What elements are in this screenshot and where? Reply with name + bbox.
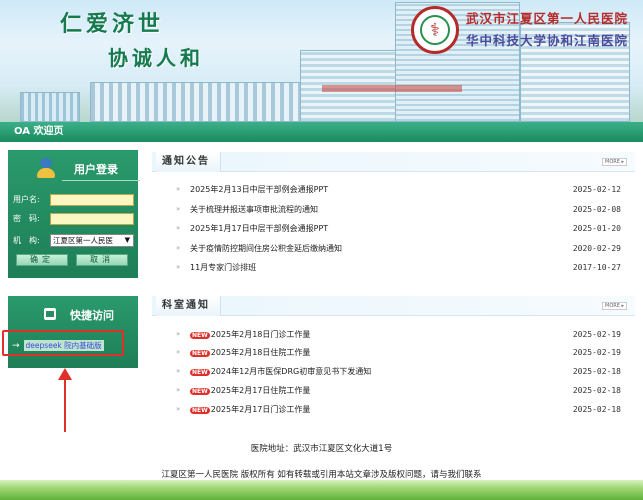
dept-notice-text: 2025年2月17日门诊工作量 [210, 404, 311, 414]
building-sign [322, 85, 462, 92]
dept-notice-date: 2025-02-18 [572, 366, 621, 376]
footer-address: 医院地址：武汉市江夏区文化大道1号 [250, 444, 393, 454]
page-title: OA 欢迎页 [14, 126, 64, 137]
notice-header: 通知公告 MORE ▸ [152, 152, 635, 172]
new-badge: NEW [190, 349, 210, 357]
login-buttons: 确定 取消 [16, 254, 136, 266]
cancel-button[interactable]: 取消 [76, 254, 128, 266]
dept-notice-date: 2025-02-18 [572, 385, 621, 395]
notice-date: 2020-02-29 [572, 243, 621, 253]
new-badge: NEW [190, 331, 210, 339]
building-image [20, 92, 80, 122]
org-select[interactable]: 江夏区第一人民医 ▼ [50, 234, 134, 247]
dept-notice-date: 2025-02-19 [572, 329, 621, 339]
dept-notice-text: 2025年2月17日住院工作量 [210, 385, 311, 395]
bullet-icon: » [176, 185, 181, 193]
slogan-line-2: 协诚人和 [108, 46, 204, 70]
footer-decoration [0, 480, 643, 500]
password-row: 密 码: [13, 212, 135, 225]
slogan-line-1: 仁爱济世 [60, 11, 165, 37]
username-input[interactable] [50, 193, 134, 206]
list-item[interactable]: » 11月专家门诊排班 2017-10-27 [176, 260, 621, 274]
bullet-icon: » [176, 386, 181, 394]
dept-notice-title[interactable]: NEW 2025年2月18日门诊工作量 [190, 329, 553, 340]
dept-notice-text: 2025年2月18日住院工作量 [210, 347, 311, 357]
bullet-icon: » [176, 244, 181, 252]
notice-title[interactable]: 2025年2月13日中层干部例会通报PPT [190, 184, 553, 195]
bullet-icon: » [176, 405, 181, 413]
bullet-icon: » [176, 205, 181, 213]
bullet-icon: » [176, 224, 181, 232]
list-item[interactable]: » 2025年1月17日中层干部例会通报PPT 2025-01-20 [176, 221, 621, 235]
tab-notice[interactable]: 通知公告 [156, 152, 221, 172]
chevron-down-icon: ▼ [124, 236, 130, 244]
bullet-icon: » [176, 330, 181, 338]
username-row: 用户名: [13, 193, 135, 206]
dept-notice-text: 2025年2月18日门诊工作量 [210, 329, 311, 339]
dept-notice-date: 2025-02-19 [572, 347, 621, 357]
confirm-button[interactable]: 确定 [16, 254, 68, 266]
notice-section: 通知公告 MORE ▸ » 2025年2月13日中层干部例会通报PPT 2025… [152, 152, 635, 278]
hospital-name-primary: 武汉市江夏区第一人民医院 [466, 11, 629, 26]
caduceus-icon: ⚕ [420, 15, 450, 45]
list-item[interactable]: » 关于疫情防控期间住房公积金延后缴纳通知 2020-02-29 [176, 241, 621, 255]
dept-more-button[interactable]: MORE ▸ [602, 302, 627, 310]
org-selected-value: 江夏区第一人民医 [53, 236, 113, 245]
dept-notice-title[interactable]: NEW 2025年2月17日门诊工作量 [190, 404, 553, 415]
annotation-arrow [64, 376, 66, 432]
list-item[interactable]: » 2025年2月13日中层干部例会通报PPT 2025-02-12 [176, 182, 621, 196]
dept-notice-title[interactable]: NEW 2025年2月17日住院工作量 [190, 385, 553, 396]
password-label: 密 码: [13, 214, 40, 223]
header-banner: 仁爱济世 协诚人和 ⚕ 武汉市江夏区第一人民医院 华中科技大学协和江南医院 [0, 0, 643, 122]
dept-notice-title[interactable]: NEW 2024年12月市医保DRG初审意见书下发通知 [190, 366, 553, 377]
new-badge: NEW [190, 406, 210, 414]
dept-notice-header: 科室通知 MORE ▸ [152, 296, 635, 316]
password-input[interactable] [50, 212, 134, 225]
notice-title[interactable]: 关于梳理并报送事项审批流程的通知 [190, 204, 553, 215]
login-title: 用户登录 [74, 163, 118, 176]
page-title-bar: OA 欢迎页 [0, 122, 643, 142]
hospital-logo: ⚕ [411, 6, 459, 54]
dept-notice-date: 2025-02-18 [572, 404, 621, 414]
notice-date: 2025-02-08 [572, 204, 621, 214]
username-label: 用户名: [13, 195, 40, 204]
notice-date: 2025-02-12 [572, 184, 621, 194]
bullet-icon: » [176, 263, 181, 271]
notice-title[interactable]: 关于疫情防控期间住房公积金延后缴纳通知 [190, 243, 553, 254]
divider [62, 180, 140, 181]
notice-more-button[interactable]: MORE ▸ [602, 158, 627, 166]
notice-date: 2025-01-20 [572, 223, 621, 233]
list-item[interactable]: » NEW 2025年2月17日住院工作量 2025-02-18 [176, 383, 621, 397]
list-item[interactable]: » NEW 2024年12月市医保DRG初审意见书下发通知 2025-02-18 [176, 364, 621, 378]
highlight-box [2, 330, 124, 356]
list-item[interactable]: » 关于梳理并报送事项审批流程的通知 2025-02-08 [176, 202, 621, 216]
bullet-icon: » [176, 348, 181, 356]
notice-title[interactable]: 2025年1月17日中层干部例会通报PPT [190, 223, 553, 234]
quick-access-title: 快捷访问 [70, 309, 114, 322]
list-item[interactable]: » NEW 2025年2月17日门诊工作量 2025-02-18 [176, 402, 621, 416]
notice-title[interactable]: 11月专家门诊排班 [190, 262, 553, 273]
footer-copyright: 江夏区第一人民医院 版权所有 如有转载或引用本站文章涉及版权问题，请与我们联系 [161, 470, 482, 480]
dept-notice-section: 科室通知 MORE ▸ » NEW 2025年2月18日门诊工作量 2025-02… [152, 296, 635, 422]
new-badge: NEW [190, 368, 210, 376]
list-item[interactable]: » NEW 2025年2月18日门诊工作量 2025-02-19 [176, 327, 621, 341]
tab-dept-notice[interactable]: 科室通知 [156, 296, 221, 316]
notice-date: 2017-10-27 [572, 262, 621, 272]
new-badge: NEW [190, 387, 210, 395]
hospital-name-secondary: 华中科技大学协和江南医院 [466, 33, 629, 48]
user-icon [36, 158, 58, 180]
login-header: 用户登录 [36, 158, 140, 181]
org-label: 机 构: [13, 236, 40, 245]
org-row: 机 构: 江夏区第一人民医 ▼ [13, 234, 135, 247]
shortcut-icon [44, 308, 56, 320]
bullet-icon: » [176, 367, 181, 375]
dept-notice-text: 2024年12月市医保DRG初审意见书下发通知 [210, 366, 372, 376]
list-item[interactable]: » NEW 2025年2月18日住院工作量 2025-02-19 [176, 345, 621, 359]
dept-notice-title[interactable]: NEW 2025年2月18日住院工作量 [190, 347, 553, 358]
login-panel: 用户登录 用户名: 密 码: 机 构: 江夏区第一人民医 ▼ 确定 取消 [8, 150, 140, 278]
